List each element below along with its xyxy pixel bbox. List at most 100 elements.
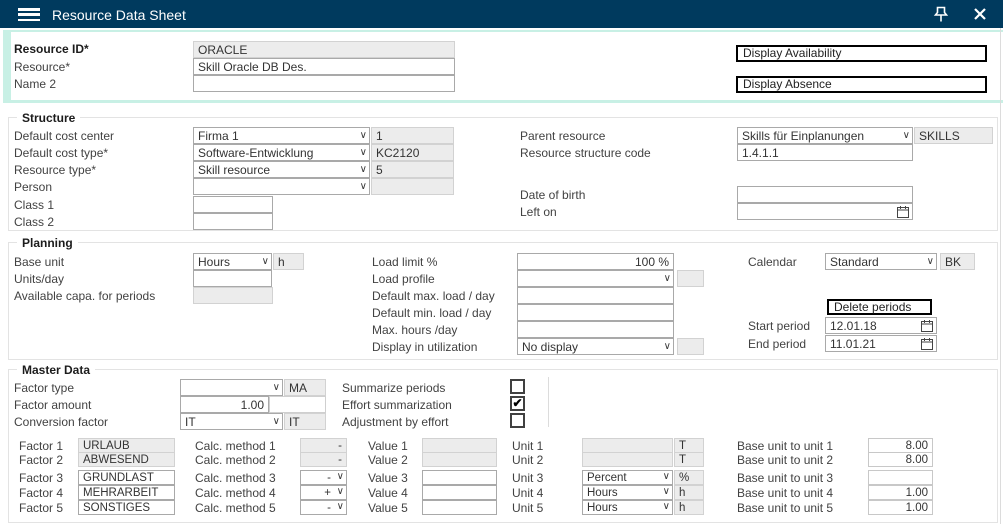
unit1-code: T: [674, 438, 704, 453]
date-of-birth-label: Date of birth: [520, 188, 585, 202]
calc-method4-select[interactable]: +∨: [300, 485, 347, 500]
display-availability-button[interactable]: Display Availability: [736, 45, 987, 62]
factor5-field[interactable]: SONSTIGES: [78, 500, 175, 515]
calendar-icon[interactable]: [897, 206, 909, 218]
divider: [548, 377, 549, 427]
default-cost-type-code: KC2120: [371, 144, 454, 161]
display-absence-button[interactable]: Display Absence: [736, 76, 987, 93]
factor-type-select[interactable]: ∨: [180, 379, 283, 396]
calendar-code: BK: [940, 253, 975, 270]
chevron-down-icon: ∨: [273, 415, 280, 429]
chevron-down-icon: ∨: [360, 146, 367, 160]
calc-method5-select[interactable]: -∨: [300, 500, 347, 515]
factor-amount-label: Factor amount: [14, 398, 91, 412]
max-hours-field[interactable]: [517, 321, 674, 338]
base-unit4-label: Base unit to unit 4: [737, 486, 833, 500]
load-profile-select[interactable]: ∨: [517, 270, 674, 287]
default-cost-type-select[interactable]: Software-Entwicklung∨: [193, 144, 370, 161]
calendar-select[interactable]: Standard∨: [825, 253, 937, 270]
factor-type-code: MA: [284, 379, 326, 396]
units-day-field[interactable]: [193, 270, 272, 287]
conversion-factor-select[interactable]: IT∨: [180, 413, 283, 430]
base-unit5-field[interactable]: 1.00: [868, 500, 933, 515]
unit5-select[interactable]: Hours∨: [582, 500, 673, 515]
chevron-down-icon: ∨: [663, 501, 670, 513]
base-unit5-label: Base unit to unit 5: [737, 501, 833, 515]
base-unit1-field[interactable]: 8.00: [868, 438, 933, 453]
resource-id-field[interactable]: ORACLE: [193, 41, 455, 58]
class2-label: Class 2: [14, 215, 54, 229]
parent-resource-code: SKILLS: [914, 127, 993, 144]
menu-icon[interactable]: [18, 8, 40, 21]
base-unit3-field[interactable]: [868, 470, 933, 485]
chevron-down-icon: ∨: [262, 255, 269, 269]
unit4-select[interactable]: Hours∨: [582, 485, 673, 500]
base-unit3-label: Base unit to unit 3: [737, 471, 833, 485]
adjustment-by-effort-checkbox[interactable]: [510, 413, 525, 428]
unit4-label: Unit 4: [512, 486, 543, 500]
base-unit-code: h: [273, 253, 304, 270]
factor2-field: ABWESEND: [78, 452, 175, 467]
default-cost-center-code: 1: [371, 127, 454, 144]
close-icon[interactable]: [973, 7, 987, 21]
name2-field[interactable]: [193, 75, 455, 92]
max-hours-label: Max. hours /day: [372, 323, 457, 337]
parent-resource-select[interactable]: Skills für Einplanungen∨: [737, 127, 913, 144]
master-data-legend: Master Data: [17, 363, 95, 377]
value4-field[interactable]: [422, 485, 497, 500]
delete-periods-button[interactable]: Delete periods: [827, 299, 932, 315]
resource-name-field[interactable]: Skill Oracle DB Des.: [193, 58, 455, 75]
end-period-field[interactable]: 11.01.21: [825, 335, 937, 352]
left-on-field[interactable]: [737, 203, 913, 220]
available-capa-field: [193, 287, 273, 304]
unit1-select: [582, 438, 673, 453]
window-border: [1000, 28, 1001, 524]
min-load-field[interactable]: [517, 304, 674, 321]
class1-field[interactable]: [193, 196, 273, 213]
structure-code-field[interactable]: 1.4.1.1: [737, 144, 913, 161]
calc-method3-select[interactable]: -∨: [300, 470, 347, 485]
person-select[interactable]: ∨: [193, 178, 370, 195]
unit2-code: T: [674, 452, 704, 467]
unit3-select[interactable]: Percent∨: [582, 470, 673, 485]
resource-type-select[interactable]: Skill resource∨: [193, 161, 370, 178]
summarize-periods-checkbox[interactable]: [510, 379, 525, 394]
factor-amount-extra-field[interactable]: [269, 396, 326, 413]
calc-method1-label: Calc. method 1: [195, 439, 276, 453]
chevron-down-icon: ∨: [273, 381, 280, 395]
conversion-factor-label: Conversion factor: [14, 415, 108, 429]
chevron-down-icon: ∨: [360, 129, 367, 143]
name2-label: Name 2: [14, 77, 56, 91]
unit3-code: %: [674, 470, 704, 485]
chevron-down-icon: ∨: [664, 272, 671, 286]
calendar-icon[interactable]: [921, 338, 933, 350]
max-load-field[interactable]: [517, 287, 674, 304]
calendar-icon[interactable]: [921, 320, 933, 332]
title-bar: Resource Data Sheet: [0, 0, 1003, 28]
chevron-down-icon: ∨: [337, 486, 344, 498]
factor3-field[interactable]: GRUNDLAST: [78, 470, 175, 485]
base-unit-select[interactable]: Hours∨: [193, 253, 272, 270]
resource-id-label: Resource ID*: [14, 42, 89, 56]
factor-amount-field[interactable]: 1.00: [180, 396, 269, 413]
base-unit2-field[interactable]: 8.00: [868, 452, 933, 467]
factor1-field: URLAUB: [78, 438, 175, 453]
window-title: Resource Data Sheet: [52, 7, 186, 23]
default-cost-center-select[interactable]: Firma 1∨: [193, 127, 370, 144]
display-utilization-code: [677, 338, 704, 355]
load-limit-field[interactable]: 100 %: [517, 253, 674, 270]
effort-summarization-checkbox[interactable]: ✔: [510, 396, 525, 411]
display-utilization-select[interactable]: No display∨: [517, 338, 674, 355]
class2-field[interactable]: [193, 213, 273, 230]
base-unit4-field[interactable]: 1.00: [868, 485, 933, 500]
pin-icon[interactable]: [933, 6, 949, 23]
person-code: [371, 178, 454, 195]
value5-label: Value 5: [368, 501, 408, 515]
date-of-birth-field[interactable]: [737, 186, 913, 203]
parent-resource-label: Parent resource: [520, 129, 605, 143]
start-period-field[interactable]: 12.01.18: [825, 317, 937, 334]
value3-field[interactable]: [422, 470, 497, 485]
factor5-label: Factor 5: [19, 501, 63, 515]
value5-field[interactable]: [422, 500, 497, 515]
factor4-field[interactable]: MEHRARBEIT: [78, 485, 175, 500]
